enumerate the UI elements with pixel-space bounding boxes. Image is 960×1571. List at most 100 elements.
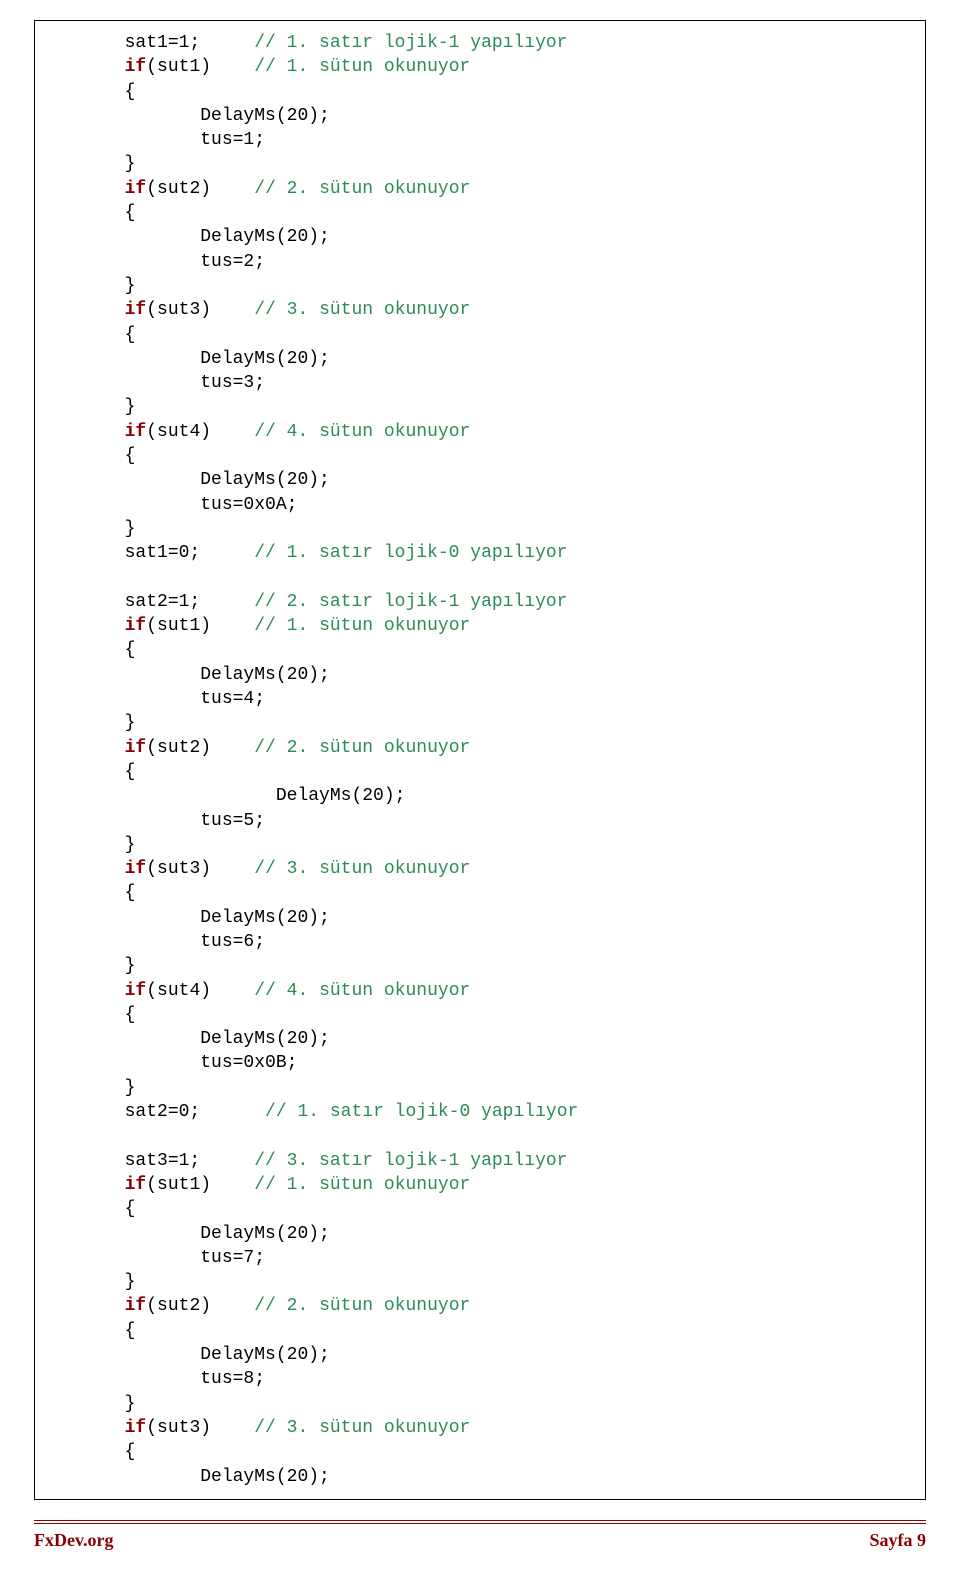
keyword-if: if: [125, 1296, 147, 1316]
code-line: tus=8;: [49, 1369, 265, 1389]
code-line: (sut4): [146, 981, 254, 1001]
comment: // 4. sütun okunuyor: [254, 422, 470, 442]
code-line: }: [49, 154, 135, 174]
comment: // 3. sütun okunuyor: [254, 859, 470, 879]
code-line: }: [49, 713, 135, 733]
code-line: sat3=1;: [49, 1151, 254, 1171]
comment: // 1. sütun okunuyor: [254, 616, 470, 636]
footer-site: FxDev.org: [34, 1530, 113, 1551]
code-line: DelayMs(20);: [49, 908, 330, 928]
keyword-if: if: [125, 57, 147, 77]
code-line: {: [49, 446, 135, 466]
code-line: {: [49, 1442, 135, 1462]
code-line: [49, 859, 125, 879]
comment: // 2. satır lojik-1 yapılıyor: [254, 592, 567, 612]
comment: // 1. satır lojik-0 yapılıyor: [254, 543, 567, 563]
code-line: }: [49, 1078, 135, 1098]
code-line: sat1=0;: [49, 543, 254, 563]
code-line: tus=0x0B;: [49, 1053, 297, 1073]
footer-area: FxDev.org Sayfa 9: [34, 1520, 926, 1571]
keyword-if: if: [125, 616, 147, 636]
code-line: (sut1): [146, 57, 254, 77]
keyword-if: if: [125, 179, 147, 199]
code-line: [49, 616, 125, 636]
code-line: {: [49, 762, 135, 782]
keyword-if: if: [125, 1175, 147, 1195]
code-line: DelayMs(20);: [49, 106, 330, 126]
page: sat1=1; // 1. satır lojik-1 yapılıyor if…: [0, 0, 960, 1571]
code-line: tus=4;: [49, 689, 265, 709]
code-line: (sut2): [146, 179, 254, 199]
code-line: }: [49, 1272, 135, 1292]
code-line: {: [49, 1321, 135, 1341]
code-line: [49, 422, 125, 442]
keyword-if: if: [125, 422, 147, 442]
code-line: {: [49, 203, 135, 223]
comment: // 2. sütun okunuyor: [254, 179, 470, 199]
code-line: }: [49, 1394, 135, 1414]
code-line: (sut3): [146, 1418, 254, 1438]
code-line: [49, 738, 125, 758]
code-line: [49, 57, 125, 77]
code-line: {: [49, 883, 135, 903]
code-line: DelayMs(20);: [49, 1345, 330, 1365]
code-line: sat1=1;: [49, 33, 254, 53]
code-line: DelayMs(20);: [49, 665, 330, 685]
keyword-if: if: [125, 981, 147, 1001]
footer-divider: [34, 1520, 926, 1524]
code-line: tus=7;: [49, 1248, 265, 1268]
code-line: {: [49, 1005, 135, 1025]
comment: // 2. sütun okunuyor: [254, 738, 470, 758]
code-line: {: [49, 1199, 135, 1219]
code-line: (sut3): [146, 859, 254, 879]
comment: // 3. satır lojik-1 yapılıyor: [254, 1151, 567, 1171]
code-line: }: [49, 397, 135, 417]
code-line: }: [49, 956, 135, 976]
code-line: DelayMs(20);: [49, 1467, 330, 1487]
keyword-if: if: [125, 1418, 147, 1438]
code-line: sat2=0;: [49, 1102, 265, 1122]
code-line: tus=3;: [49, 373, 265, 393]
code-line: tus=0x0A;: [49, 495, 297, 515]
code-line: DelayMs(20);: [49, 786, 405, 806]
comment: // 1. sütun okunuyor: [254, 57, 470, 77]
code-line: DelayMs(20);: [49, 1029, 330, 1049]
comment: // 1. satır lojik-0 yapılıyor: [265, 1102, 578, 1122]
comment: // 2. sütun okunuyor: [254, 1296, 470, 1316]
code-line: (sut1): [146, 1175, 254, 1195]
code-line: }: [49, 519, 135, 539]
footer-page-number: Sayfa 9: [869, 1530, 926, 1551]
code-line: (sut2): [146, 738, 254, 758]
code-line: DelayMs(20);: [49, 227, 330, 247]
code-block: sat1=1; // 1. satır lojik-1 yapılıyor if…: [34, 20, 926, 1500]
code-line: tus=2;: [49, 252, 265, 272]
code-line: DelayMs(20);: [49, 349, 330, 369]
code-line: [49, 1175, 125, 1195]
code-line: tus=1;: [49, 130, 265, 150]
keyword-if: if: [125, 738, 147, 758]
comment: // 1. satır lojik-1 yapılıyor: [254, 33, 567, 53]
code-line: [49, 300, 125, 320]
code-line: tus=5;: [49, 811, 265, 831]
comment: // 1. sütun okunuyor: [254, 1175, 470, 1195]
comment: // 3. sütun okunuyor: [254, 300, 470, 320]
code-line: (sut3): [146, 300, 254, 320]
code-line: {: [49, 325, 135, 345]
code-line: }: [49, 835, 135, 855]
code-line: [49, 1418, 125, 1438]
code-line: (sut4): [146, 422, 254, 442]
code-line: }: [49, 276, 135, 296]
code-line: {: [49, 82, 135, 102]
code-line: [49, 179, 125, 199]
comment: // 4. sütun okunuyor: [254, 981, 470, 1001]
code-line: (sut1): [146, 616, 254, 636]
code-line: (sut2): [146, 1296, 254, 1316]
keyword-if: if: [125, 300, 147, 320]
code-line: tus=6;: [49, 932, 265, 952]
comment: // 3. sütun okunuyor: [254, 1418, 470, 1438]
keyword-if: if: [125, 859, 147, 879]
footer: FxDev.org Sayfa 9: [34, 1530, 926, 1551]
code-line: {: [49, 640, 135, 660]
code-line: [49, 981, 125, 1001]
code-line: DelayMs(20);: [49, 470, 330, 490]
